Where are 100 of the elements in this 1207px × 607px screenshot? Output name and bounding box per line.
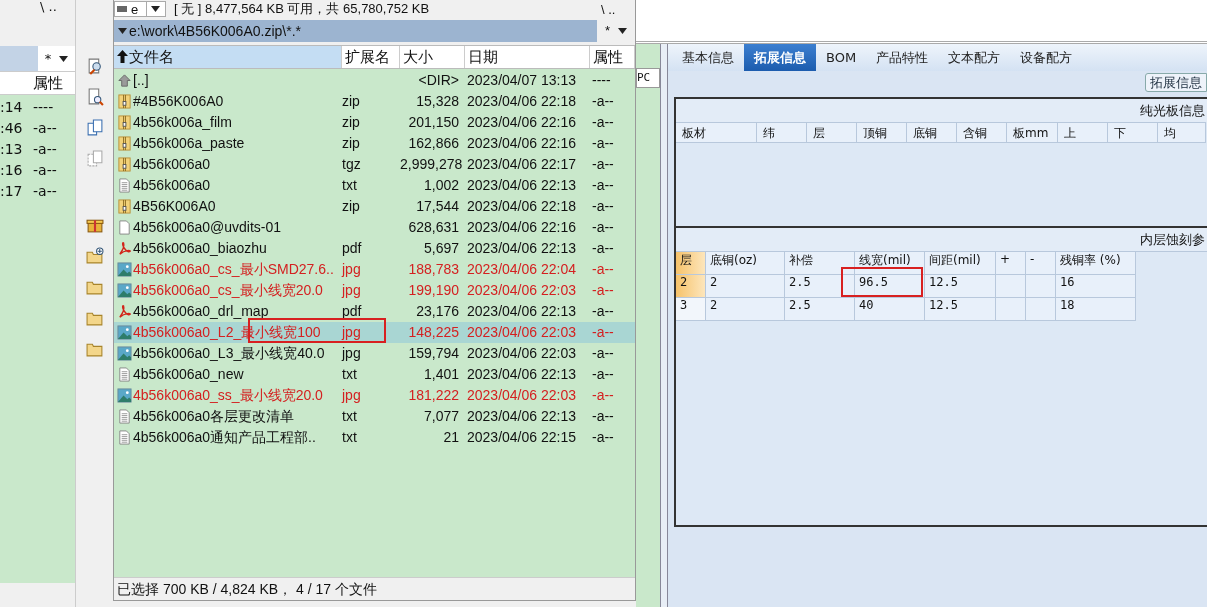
table-cell: 16 <box>1056 275 1136 298</box>
column-header: 纬 <box>757 122 807 143</box>
file-row[interactable]: 4b56k006a0_drl_map pdf 23,176 2023/04/06 22:13 -a-- <box>114 300 635 322</box>
time-cell-text: :13 <box>0 140 24 159</box>
column-header: 间距(mil) <box>925 252 996 275</box>
column-header: 顶铜 <box>857 122 907 143</box>
file-row[interactable]: 4b56k006a0_biaozhu pdf 5,697 2023/04/06 22:13 -a-- <box>114 237 635 259</box>
text-file-icon <box>117 429 132 445</box>
table-cell: 2 <box>706 275 785 298</box>
section-title: 内层蚀刻参 <box>1140 232 1205 247</box>
path-bar[interactable]: e:\work\4B56K006A0.zip\*.* <box>114 20 597 42</box>
time-cell-text: :16 <box>0 161 24 180</box>
tab[interactable]: 基本信息 <box>672 44 744 71</box>
caret-icon <box>118 27 127 34</box>
file-row[interactable]: 4b56k006a0 txt 1,002 2023/04/06 22:13 -a-- <box>114 174 635 196</box>
file-row[interactable]: 4b56k006a_film zip 201,150 2023/04/06 22:16 -a-- <box>114 111 635 133</box>
column-header: 层 <box>676 252 706 275</box>
column-header: PC <box>636 68 660 88</box>
table-cell: 18 <box>1056 298 1136 321</box>
column-header: 含铜 <box>957 122 1007 143</box>
tab[interactable]: BOM <box>816 44 867 71</box>
table-cell: 2.5 <box>785 275 855 298</box>
file-row[interactable]: 4b56k006a0_new txt 1,401 2023/04/06 22:13 -a-- <box>114 363 635 385</box>
time-cell-text: :14 <box>0 98 24 117</box>
file-row[interactable]: 4b56k006a0@uvdits-01 628,631 2023/04/06 22:16 -a-- <box>114 216 635 238</box>
free-space-text: [ 无 ] 8,477,564 KB 可用，共 65,780,752 KB <box>174 0 431 18</box>
table-cell <box>1026 275 1056 298</box>
file-row[interactable]: 4b56k006a0各层更改清单 txt 7,077 2023/04/06 22:13 -a-- <box>114 405 635 427</box>
table-cell: 2.5 <box>785 298 855 321</box>
drive-dropdown[interactable]: e <box>114 1 166 17</box>
column-header[interactable]: 文件名 <box>114 45 342 68</box>
table-cell: 12.5 <box>925 298 996 321</box>
text-file-icon <box>117 408 132 424</box>
column-header[interactable]: 扩展名 <box>342 45 400 68</box>
table-cell: 2 <box>706 298 785 321</box>
copy-icon[interactable] <box>85 119 104 137</box>
status-text: 已选择 700 KB / 4,824 KB， 4 / 17 个文件 <box>117 581 377 597</box>
panel-header-bar <box>0 46 38 71</box>
file-row[interactable]: 4b56k006a0_cs_最小线宽20.0 jpg 199,190 2023/04/06 22:03 -a-- <box>114 279 635 301</box>
table-cell <box>996 275 1026 298</box>
zip-archive-icon <box>117 114 132 130</box>
column-header: 层 <box>807 122 857 143</box>
attr-cell-text: -a-- <box>33 119 57 138</box>
column-header: 上 <box>1058 122 1108 143</box>
filter-dropdown[interactable]: * <box>38 46 75 71</box>
file-row[interactable]: 4b56k006a0通知产品工程部.. txt 21 2023/04/06 22:15 -a-- <box>114 426 635 448</box>
splitter[interactable] <box>661 44 668 607</box>
column-header: 底铜(oz) <box>706 252 785 275</box>
image-file-icon <box>117 282 132 298</box>
column-header: 下 <box>1108 122 1158 143</box>
column-header: 板材 <box>676 122 757 143</box>
new-folder-icon[interactable] <box>85 247 104 265</box>
tab[interactable]: 产品特性 <box>866 44 939 71</box>
image-file-icon <box>117 261 132 277</box>
caret-icon <box>59 55 69 62</box>
file-row[interactable]: 4b56k006a0 tgz 2,999,278 2023/04/06 22:17 -a-- <box>114 153 635 175</box>
image-file-icon <box>117 324 132 340</box>
path-tail: \ .. <box>40 0 57 14</box>
zip-archive-icon <box>117 198 132 214</box>
pdf-file-icon <box>117 240 132 256</box>
column-header: - <box>1026 252 1056 275</box>
file-row[interactable]: [..] <DIR> 2023/04/07 13:13 ---- <box>114 69 635 91</box>
text-file-icon <box>117 366 132 382</box>
pdf-file-icon <box>117 303 132 319</box>
zip-archive-icon <box>117 93 132 109</box>
attr-cell-text: -a-- <box>33 182 57 201</box>
tab[interactable]: 设备配方 <box>1010 44 1083 71</box>
file-row[interactable]: 4b56k006a0_ss_最小线宽20.0 jpg 181,222 2023/04/06 22:03 -a-- <box>114 384 635 406</box>
tab[interactable]: 文本配方 <box>938 44 1011 71</box>
path-tail: \ .. <box>601 1 617 17</box>
table-cell <box>996 298 1026 321</box>
zip-archive-icon <box>117 156 132 172</box>
table-cell[interactable]: 2 <box>676 275 706 298</box>
tab[interactable]: 拓展信息 <box>744 44 816 71</box>
column-header: 补偿 <box>785 252 855 275</box>
file-row[interactable]: 4b56k006a_paste zip 162,866 2023/04/06 22:16 -a-- <box>114 132 635 154</box>
file-row[interactable]: 4b56k006a0_L3_最小线宽40.0 jpg 159,794 2023/04/06 22:03 -a-- <box>114 342 635 364</box>
column-header: 底铜 <box>907 122 957 143</box>
sort-arrow-icon <box>117 50 128 64</box>
table-cell[interactable]: 3 <box>676 298 706 321</box>
file-row[interactable]: 4B56K006A0 zip 17,544 2023/04/06 22:18 -a-- <box>114 195 635 217</box>
column-header[interactable]: 大小 <box>400 45 465 68</box>
section-title: 纯光板信息 <box>1140 103 1205 118</box>
column-header[interactable]: 日期 <box>465 45 590 68</box>
attr-cell-text: ---- <box>33 98 54 117</box>
file-row[interactable]: #4B56K006A0 zip 15,328 2023/04/06 22:18 -a-- <box>114 90 635 112</box>
panel-tab-button[interactable]: 拓展信息 <box>1145 73 1207 92</box>
file-row[interactable]: 4b56k006a0_cs_最小SMD27.6.. jpg 188,783 2023/04/06 22:04 -a-- <box>114 258 635 280</box>
table-cell: 40 <box>855 298 925 321</box>
time-cell-text: :46 <box>0 119 24 138</box>
zip-archive-icon <box>117 135 132 151</box>
up-folder-icon <box>117 72 132 88</box>
caret-icon <box>618 27 628 34</box>
attr-cell-text: -a-- <box>33 161 57 180</box>
column-header: + <box>996 252 1026 275</box>
time-cell-text: :17 <box>0 182 24 201</box>
column-header[interactable]: 属性 <box>590 45 635 68</box>
file-icon <box>117 219 132 235</box>
attr-cell-text: -a-- <box>33 140 57 159</box>
column-header: 残铜率 (%) <box>1056 252 1136 275</box>
